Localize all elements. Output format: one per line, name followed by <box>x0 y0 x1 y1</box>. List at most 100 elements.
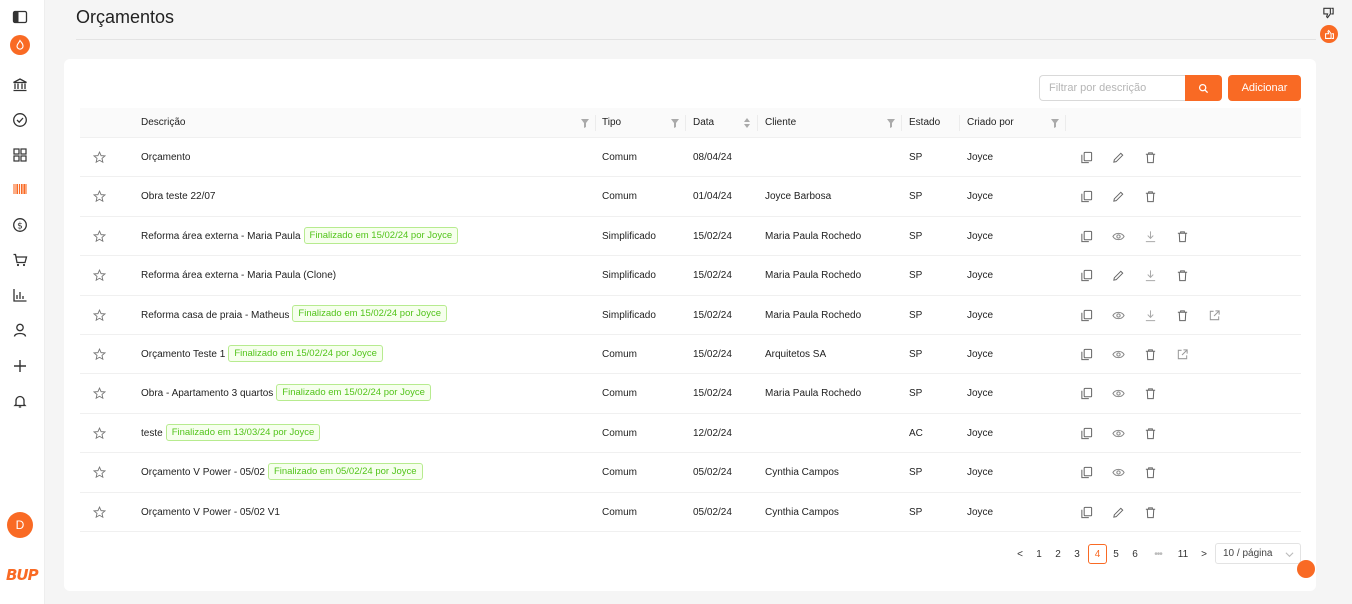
search-button[interactable] <box>1185 75 1222 101</box>
column-header-criado-por[interactable]: Criado por <box>967 108 1014 138</box>
star-icon[interactable] <box>93 387 106 400</box>
column-header-cliente[interactable]: Cliente <box>765 108 796 138</box>
delete-icon[interactable] <box>1144 348 1157 361</box>
star-icon[interactable] <box>93 308 106 322</box>
copy-icon[interactable] <box>1080 387 1093 400</box>
filter-icon[interactable] <box>670 117 680 129</box>
pagination-page[interactable]: 11 <box>1172 544 1194 564</box>
copy-icon[interactable] <box>1080 348 1093 361</box>
table-row[interactable]: Orçamento Comum 08/04/24 SP Joyce <box>80 138 1301 178</box>
cell-descricao[interactable]: teste Finalizado em 13/03/24 por Joyce <box>141 414 321 453</box>
cell-descricao[interactable]: Obra - Apartamento 3 quartos Finalizado e… <box>141 374 431 413</box>
bell-icon[interactable] <box>11 392 29 410</box>
barcode-icon[interactable] <box>11 180 29 198</box>
user-icon[interactable] <box>11 321 29 339</box>
share-icon[interactable] <box>1208 309 1221 322</box>
cell-descricao[interactable]: Orçamento Teste 1 Finalizado em 15/02/24 … <box>141 335 383 374</box>
view-icon[interactable] <box>1112 230 1125 243</box>
star-icon[interactable] <box>93 151 106 164</box>
plus-icon[interactable] <box>11 357 29 375</box>
table-row[interactable]: Obra - Apartamento 3 quartos Finalizado e… <box>80 374 1301 414</box>
delete-icon[interactable] <box>1144 151 1157 164</box>
view-icon[interactable] <box>1112 309 1125 322</box>
filter-icon[interactable] <box>886 117 896 129</box>
chat-bubble-icon[interactable] <box>1297 560 1315 578</box>
copy-icon[interactable] <box>1080 151 1093 164</box>
table-row[interactable]: Obra teste 22/07 Comum 01/04/24 Joyce Barbo… <box>80 177 1301 217</box>
delete-icon[interactable] <box>1176 230 1189 243</box>
edit-icon[interactable] <box>1112 190 1125 203</box>
dollar-icon[interactable]: $ <box>11 216 29 234</box>
pagination-prev[interactable]: < <box>1012 544 1028 564</box>
copy-icon[interactable] <box>1080 506 1093 519</box>
edit-icon[interactable] <box>1112 506 1125 519</box>
pagination-ellipsis[interactable]: ••• <box>1147 544 1169 564</box>
sort-icon[interactable] <box>742 117 752 129</box>
delete-icon[interactable] <box>1144 190 1157 203</box>
view-icon[interactable] <box>1112 427 1125 440</box>
delete-icon[interactable] <box>1144 427 1157 440</box>
view-icon[interactable] <box>1112 466 1125 479</box>
star-icon[interactable] <box>93 505 106 519</box>
cell-descricao[interactable]: Obra teste 22/07 <box>141 177 216 216</box>
table-row[interactable]: Reforma área externa - Maria Paula (Clon… <box>80 256 1301 296</box>
thumbs-down-icon[interactable] <box>1322 6 1335 20</box>
delete-icon[interactable] <box>1144 466 1157 479</box>
table-row[interactable]: Reforma casa de praia - Matheus Finalizad… <box>80 296 1301 335</box>
download-icon[interactable] <box>1144 269 1157 282</box>
star-icon[interactable] <box>93 426 106 440</box>
pagination-page[interactable]: 3 <box>1068 544 1086 564</box>
pagination-page-current[interactable]: 4 <box>1088 544 1107 564</box>
cell-descricao[interactable]: Orçamento <box>141 138 190 177</box>
pagination-page[interactable]: 5 <box>1107 544 1125 564</box>
pagination-page[interactable]: 6 <box>1126 544 1144 564</box>
cell-descricao[interactable]: Orçamento V Power - 05/02 V1 <box>141 493 280 532</box>
edit-icon[interactable] <box>1112 151 1125 164</box>
star-icon[interactable] <box>93 269 106 282</box>
star-icon[interactable] <box>93 348 106 361</box>
delete-icon[interactable] <box>1176 309 1189 322</box>
view-icon[interactable] <box>1112 387 1125 400</box>
share-icon[interactable] <box>1176 348 1189 361</box>
cell-descricao[interactable]: Reforma casa de praia - Matheus Finalizad… <box>141 296 447 335</box>
copy-icon[interactable] <box>1080 466 1093 479</box>
column-header-descricao[interactable]: Descrição <box>141 108 185 138</box>
filter-icon[interactable] <box>1050 117 1060 129</box>
copy-icon[interactable] <box>1080 230 1093 243</box>
thumbs-up-button[interactable] <box>1320 25 1338 43</box>
copy-icon[interactable] <box>1080 269 1093 282</box>
column-header-tipo[interactable]: Tipo <box>602 108 621 138</box>
table-row[interactable]: Orçamento V Power - 05/02 Finalizado em 0… <box>80 453 1301 493</box>
star-icon[interactable] <box>93 190 106 203</box>
column-header-estado[interactable]: Estado <box>909 108 940 138</box>
star-icon[interactable] <box>93 466 106 479</box>
copy-icon[interactable] <box>1080 190 1093 203</box>
filter-description-input[interactable] <box>1039 75 1186 101</box>
pagination-page[interactable]: 1 <box>1030 544 1048 564</box>
pagination-page[interactable]: 2 <box>1049 544 1067 564</box>
table-row[interactable]: Orçamento V Power - 05/02 V1 Comum 05/02/2… <box>80 493 1301 532</box>
star-icon[interactable] <box>93 229 106 243</box>
pagination-next[interactable]: > <box>1196 544 1212 564</box>
table-row[interactable]: teste Finalizado em 13/03/24 por Joyce Com… <box>80 414 1301 454</box>
bank-icon[interactable] <box>11 76 29 94</box>
delete-icon[interactable] <box>1144 387 1157 400</box>
view-icon[interactable] <box>1112 348 1125 361</box>
edit-icon[interactable] <box>1112 269 1125 282</box>
cell-descricao[interactable]: Reforma área externa - Maria Paula Finali… <box>141 217 459 256</box>
cell-descricao[interactable]: Orçamento V Power - 05/02 Finalizado em 0… <box>141 453 423 492</box>
cart-icon[interactable] <box>11 251 29 269</box>
bar-chart-icon[interactable] <box>11 286 29 304</box>
panel-toggle-icon[interactable] <box>11 8 29 26</box>
table-row[interactable]: Orçamento Teste 1 Finalizado em 15/02/24 … <box>80 335 1301 375</box>
check-circle-icon[interactable] <box>11 111 29 129</box>
delete-icon[interactable] <box>1144 506 1157 519</box>
user-avatar[interactable]: D <box>7 512 33 538</box>
delete-icon[interactable] <box>1176 269 1189 282</box>
cell-descricao[interactable]: Reforma área externa - Maria Paula (Clon… <box>141 256 336 295</box>
column-header-data[interactable]: Data <box>693 108 714 138</box>
copy-icon[interactable] <box>1080 309 1093 322</box>
copy-icon[interactable] <box>1080 427 1093 440</box>
download-icon[interactable] <box>1144 230 1157 243</box>
page-size-select[interactable]: 10 / página <box>1215 543 1301 564</box>
